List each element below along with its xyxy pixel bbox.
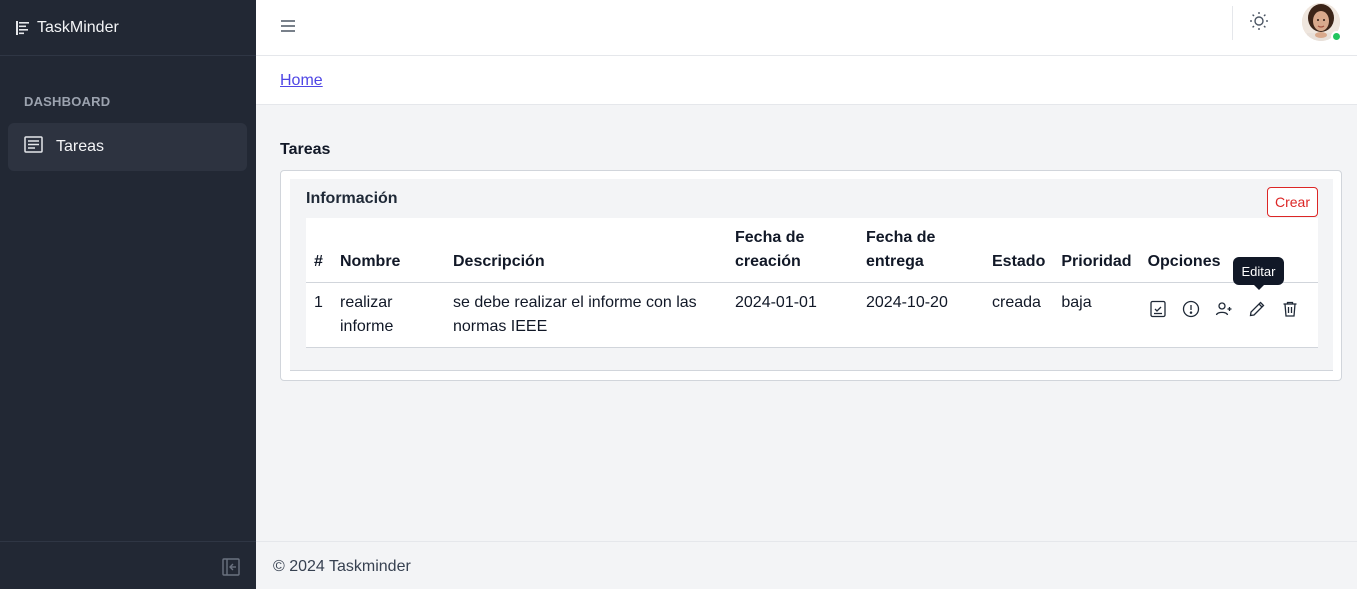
app-title: TaskMinder	[37, 18, 119, 36]
tasks-table: # Nombre Descripción Fecha de creación F…	[306, 218, 1318, 348]
breadcrumb-home-link[interactable]: Home	[280, 72, 323, 90]
sidebar-footer	[0, 541, 256, 589]
cell-prioridad: baja	[1053, 282, 1140, 348]
header-prioridad: Prioridad	[1053, 218, 1140, 283]
table-header-row: # Nombre Descripción Fecha de creación F…	[306, 218, 1318, 283]
trash-icon[interactable]	[1280, 299, 1300, 319]
edit-tooltip: Editar	[1233, 257, 1284, 290]
header-nombre: Nombre	[332, 218, 445, 283]
sidebar-section-label: DASHBOARD	[24, 94, 111, 109]
breadcrumb: Home	[256, 56, 1357, 105]
tasks-card: Información Crear # Nombre Descripción F…	[280, 170, 1342, 381]
cell-descripcion: se debe realizar el informe con las norm…	[445, 282, 727, 348]
brand[interactable]: TaskMinder	[0, 0, 256, 56]
sidebar: TaskMinder DASHBOARD Tareas	[0, 0, 256, 589]
cell-fecha-creacion: 2024-01-01	[727, 282, 858, 348]
hamburger-icon[interactable]	[280, 16, 298, 38]
header-estado: Estado	[984, 218, 1054, 283]
header-descripcion: Descripción	[445, 218, 727, 283]
pencil-icon[interactable]	[1247, 299, 1267, 319]
sidebar-item-label: Tareas	[56, 138, 105, 155]
sun-icon[interactable]	[1249, 11, 1269, 31]
table-row: 1 realizar informe se debe realizar el i…	[306, 282, 1318, 348]
checklist-icon[interactable]	[1148, 299, 1168, 319]
header-opciones: Opciones	[1139, 218, 1318, 283]
topbar-divider	[1232, 6, 1233, 40]
page-title: Tareas	[280, 141, 331, 158]
row-options	[1148, 291, 1310, 319]
create-button[interactable]: Crear	[1267, 187, 1318, 217]
cell-number: 1	[306, 282, 332, 348]
app-logo-icon	[16, 20, 32, 35]
add-user-icon[interactable]	[1214, 299, 1234, 319]
online-status-indicator	[1331, 31, 1342, 42]
footer: © 2024 Taskminder	[256, 541, 1357, 589]
cell-estado: creada	[984, 282, 1054, 348]
tasks-table-wrapper: # Nombre Descripción Fecha de creación F…	[306, 218, 1318, 348]
cell-opciones	[1139, 282, 1318, 348]
cell-fecha-entrega: 2024-10-20	[858, 282, 984, 348]
card-title: Información	[306, 190, 398, 207]
card-body: Información Crear # Nombre Descripción F…	[290, 179, 1333, 371]
cell-nombre: realizar informe	[332, 282, 445, 348]
collapse-sidebar-icon[interactable]	[222, 558, 240, 576]
header-fecha-creacion: Fecha de creación	[727, 218, 858, 283]
alert-circle-icon[interactable]	[1181, 299, 1201, 319]
header-number: #	[306, 218, 332, 283]
list-document-icon	[24, 135, 44, 159]
topbar	[256, 0, 1357, 56]
header-fecha-entrega: Fecha de entrega	[858, 218, 984, 283]
sidebar-item-tareas[interactable]: Tareas	[8, 123, 247, 171]
footer-copyright: © 2024 Taskminder	[273, 558, 411, 575]
